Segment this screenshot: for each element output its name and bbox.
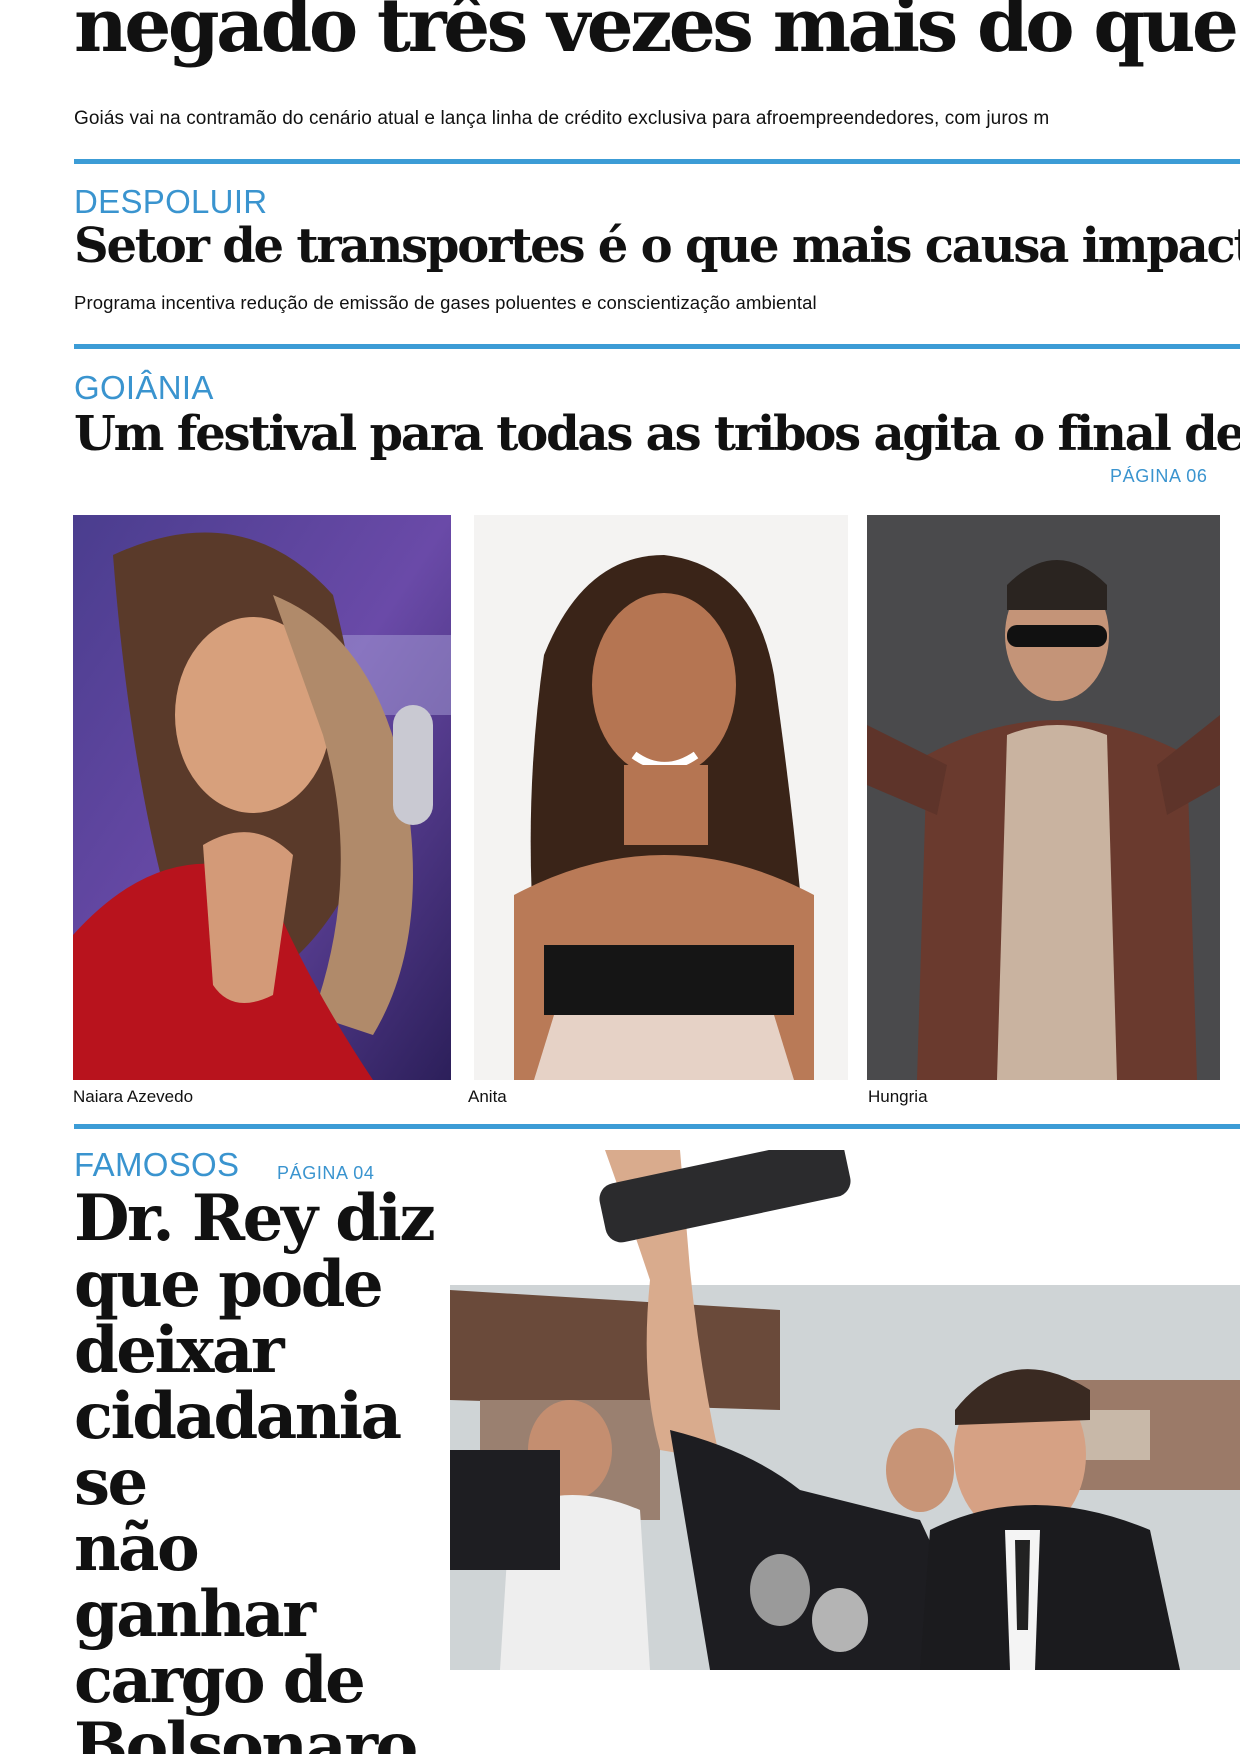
section-label-goiania: GOIÂNIA xyxy=(74,369,214,406)
despoluir-subhead: Programa incentiva redução de emissão de… xyxy=(74,292,817,313)
section-divider xyxy=(74,1124,1240,1129)
lead-subhead: Goiás vai na contramão do cenário atual … xyxy=(74,108,1050,129)
newspaper-page: negado três vezes mais do que os Goiás v… xyxy=(0,0,1240,1754)
headline-line: cidadania se xyxy=(74,1379,402,1520)
goiania-page-ref: PÁGINA 06 xyxy=(1110,466,1208,486)
photo-anitta xyxy=(474,515,848,1080)
famosos-headline: Dr. Rey diz que pode deixar cidadania se… xyxy=(74,1186,454,1754)
section-divider xyxy=(74,344,1240,349)
photo-caption: Anita xyxy=(468,1087,507,1106)
headline-line: deixar xyxy=(74,1313,285,1388)
photo-caption: Hungria xyxy=(868,1087,928,1106)
photo-caption: Naiara Azevedo xyxy=(73,1087,194,1106)
headline-line: Bolsonaro xyxy=(74,1709,418,1754)
photo-naiara-azevedo xyxy=(73,515,451,1080)
headline-line: não ganhar xyxy=(74,1511,316,1652)
lead-headline: negado três vezes mais do que os xyxy=(74,0,1240,69)
section-label-despoluir: DESPOLUIR xyxy=(74,183,268,220)
despoluir-headline: Setor de transportes é o que mais causa … xyxy=(74,218,1240,274)
section-divider xyxy=(74,159,1240,164)
goiania-headline: Um festival para todas as tribos agita o… xyxy=(74,406,1240,462)
photo-hungria xyxy=(867,515,1220,1080)
photo-dr-rey xyxy=(450,1150,1240,1670)
headline-line: cargo de xyxy=(74,1643,366,1718)
headline-line: Dr. Rey diz xyxy=(74,1181,436,1256)
section-label-famosos: FAMOSOS xyxy=(74,1146,240,1183)
headline-line: que pode xyxy=(74,1247,384,1322)
